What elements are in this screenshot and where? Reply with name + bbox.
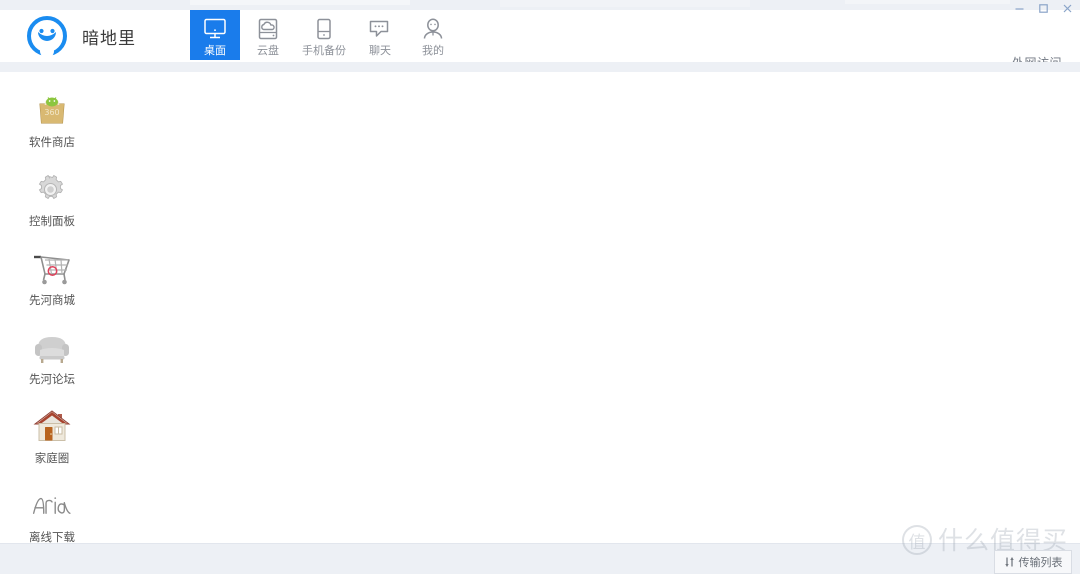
chat-bubble-icon: [368, 16, 392, 42]
transfer-list-button[interactable]: 传输列表: [994, 550, 1072, 574]
desktop-icon-label: 离线下载: [29, 530, 75, 544]
desktop-icon-label: 先河论坛: [29, 372, 75, 386]
svg-text:360: 360: [44, 108, 59, 117]
tab-chat[interactable]: 聊天: [355, 10, 405, 60]
tab-label: 桌面: [204, 44, 226, 57]
brand-title: 暗地里: [82, 28, 136, 49]
tab-desktop[interactable]: 桌面: [190, 10, 240, 60]
tab-cloud-drive[interactable]: 云盘: [243, 10, 293, 60]
minimize-icon[interactable]: [1012, 1, 1026, 15]
tab-label: 云盘: [257, 44, 279, 57]
tab-phone-backup[interactable]: 手机备份: [296, 10, 352, 60]
main-nav: 桌面 云盘 手机备份 聊天 我的: [190, 10, 461, 62]
tab-label: 我的: [422, 44, 444, 57]
tab-profile[interactable]: 我的: [408, 10, 458, 60]
tab-label: 手机备份: [302, 44, 346, 57]
desktop-icon-label: 家庭圈: [34, 451, 70, 465]
gear-icon: [30, 167, 74, 211]
desktop-icon-forum[interactable]: 先河论坛: [14, 325, 90, 404]
transfer-list-label: 传输列表: [1018, 555, 1063, 569]
monitor-icon: [203, 16, 227, 42]
strip-highlight-center: [500, 0, 750, 7]
desktop-icon-label: 先河商城: [29, 293, 75, 307]
tab-label: 聊天: [369, 44, 391, 57]
smiley-circle-logo: [26, 15, 68, 58]
desktop-icon-label: 软件商店: [29, 135, 75, 149]
close-icon[interactable]: [1060, 1, 1074, 15]
application-window: 暗地里 桌面 云盘 手机备份 聊天 我的 360 软件商店 控制面板 先河商城 …: [0, 0, 1080, 574]
cloud-drive-icon: [257, 16, 279, 42]
sofa-icon: [30, 325, 74, 369]
window-top-strip: [0, 0, 1080, 10]
aria-logo-icon: [30, 483, 74, 527]
app-header: 暗地里 桌面 云盘 手机备份 聊天 我的: [0, 10, 1080, 70]
desktop-icon-mall[interactable]: 先河商城: [14, 246, 90, 325]
desktop-area: 360 软件商店 控制面板 先河商城 先河论坛 家庭圈 离线下载: [0, 72, 1080, 543]
house-icon: [30, 404, 74, 448]
desktop-icon-control-panel[interactable]: 控制面板: [14, 167, 90, 246]
maximize-icon[interactable]: [1036, 1, 1050, 15]
app-store-bag-icon: 360: [30, 88, 74, 132]
phone-backup-icon: [315, 16, 333, 42]
desktop-icon-grid: 360 软件商店 控制面板 先河商城 先河论坛 家庭圈 离线下载: [14, 88, 90, 562]
transfer-arrows-icon: [1004, 556, 1015, 568]
bottom-status-bar: [0, 543, 1080, 574]
brand: 暗地里: [26, 15, 136, 58]
header-bottom-band: [0, 62, 1080, 72]
desktop-icon-label: 控制面板: [29, 214, 75, 228]
shopping-cart-icon: [30, 246, 74, 290]
strip-highlight-right: [845, 0, 1010, 4]
desktop-icon-family[interactable]: 家庭圈: [14, 404, 90, 483]
strip-highlight-left: [190, 0, 410, 5]
window-controls: [1012, 0, 1074, 16]
desktop-icon-app-store[interactable]: 360 软件商店: [14, 88, 90, 167]
user-profile-icon: [422, 16, 444, 42]
